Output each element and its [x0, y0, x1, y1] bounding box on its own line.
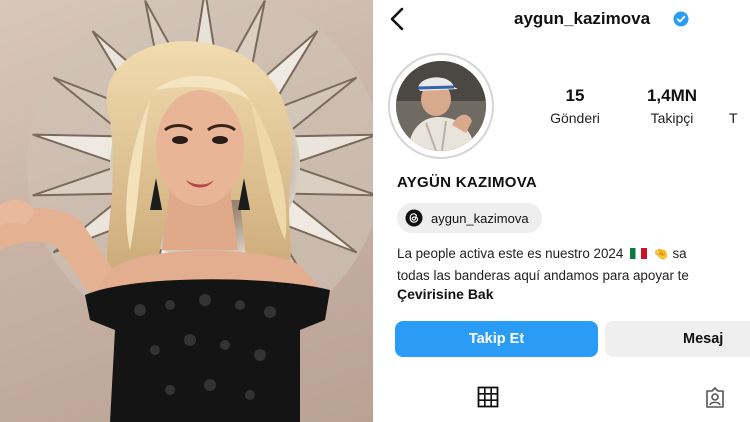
stat-posts-label: Gönderi [550, 110, 600, 126]
stat-followers-count: 1,4MN [646, 86, 698, 105]
back-chevron-left-icon[interactable] [385, 6, 411, 32]
follow-button[interactable]: Takip Et [395, 321, 598, 357]
tagged-person-icon[interactable] [703, 386, 727, 410]
profile-bio: La people activa este es nuestro 2024 🤏 … [397, 243, 750, 286]
bio-line-1-text: La people activa este es nuestro 2024 [397, 246, 624, 261]
see-translation-link[interactable]: Çevirisine Bak [397, 286, 494, 302]
message-button[interactable]: Mesaj [605, 321, 750, 357]
bio-line-1-end: sa [672, 246, 687, 261]
grid-icon[interactable] [477, 386, 499, 408]
verified-badge-icon [673, 11, 689, 27]
stat-posts-count: 15 [565, 86, 585, 105]
threads-icon [405, 209, 423, 227]
photo-panel [0, 0, 373, 422]
pinching-hand-icon: 🤏 [653, 247, 669, 261]
instagram-profile: aygun_kazimova 15 Gönderi 1,4MN Takipçi … [377, 0, 750, 422]
stat-posts[interactable]: 15 Gönderi [537, 86, 613, 126]
profile-display-name: AYGÜN KAZIMOVA [397, 174, 538, 191]
bio-line-2: todas las banderas aquí andamos para apo… [397, 268, 689, 283]
stat-following-label: T [729, 110, 738, 126]
stat-followers[interactable]: 1,4MN Takipçi [627, 86, 717, 126]
stat-following-count [729, 86, 750, 106]
mexico-flag-icon [630, 248, 648, 259]
stat-followers-label: Takipçi [650, 110, 694, 126]
threads-link-badge[interactable]: aygun_kazimova [397, 203, 542, 233]
avatar[interactable] [396, 61, 486, 151]
profile-username: aygun_kazimova [514, 9, 651, 28]
bio-line-1: La people activa este es nuestro 2024 🤏 … [397, 243, 750, 265]
woman-photo [0, 0, 373, 422]
threads-handle: aygun_kazimova [431, 210, 529, 226]
stat-following[interactable]: T [729, 86, 750, 126]
avatar-photo [396, 61, 486, 151]
